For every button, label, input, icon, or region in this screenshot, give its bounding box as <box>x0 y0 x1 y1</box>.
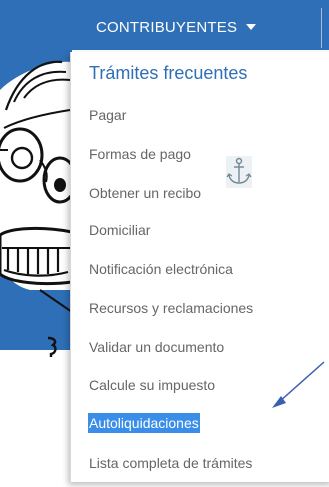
arrow-annotation-icon <box>272 361 325 408</box>
page: CONTRIBUYENTES Trámites frecuentes Pagar… <box>0 0 329 487</box>
